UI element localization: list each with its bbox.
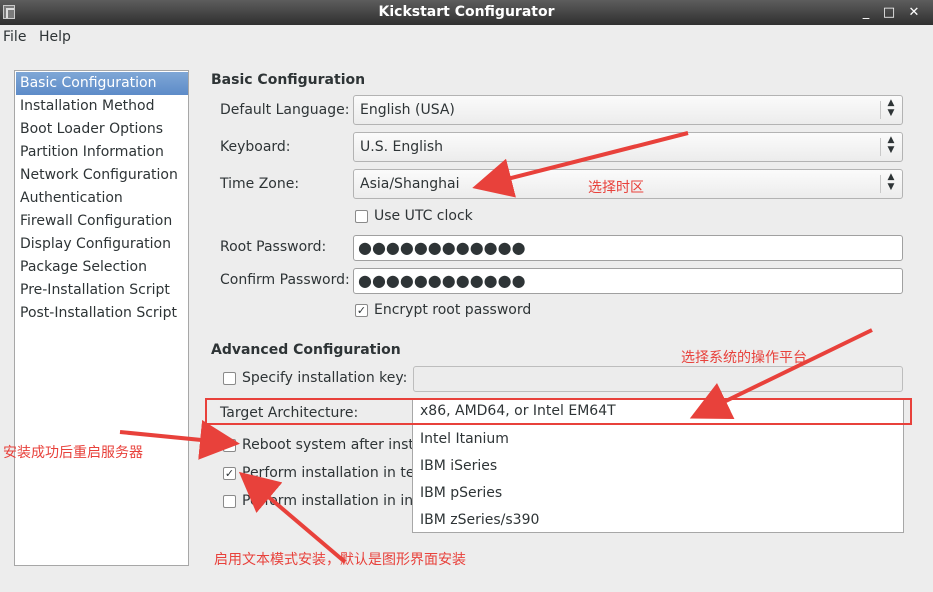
- text-mode-annotation: 启用文本模式安装，默认是图形界面安装: [214, 552, 466, 568]
- architecture-arrow: [689, 328, 873, 420]
- time-zone-arrow: [472, 131, 689, 198]
- reboot-annotation: 安装成功后重启服务器: [3, 445, 143, 461]
- time-zone-annotation: 选择时区: [588, 180, 644, 196]
- reboot-arrow: [119, 419, 240, 460]
- architecture-annotation: 选择系统的操作平台: [681, 350, 807, 366]
- text-mode-arrow: [238, 471, 347, 564]
- annotation-arrows: [119, 131, 873, 564]
